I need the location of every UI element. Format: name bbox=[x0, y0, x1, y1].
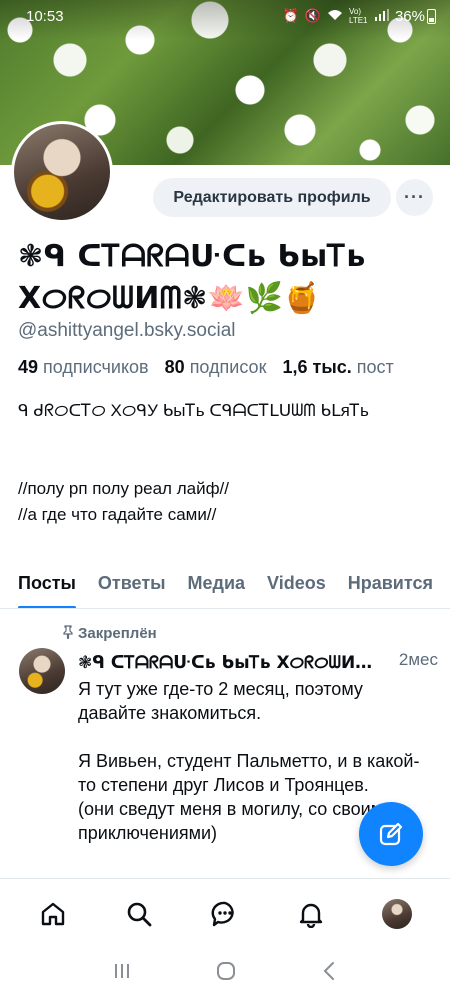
tab-replies[interactable]: Ответы bbox=[98, 565, 166, 608]
system-home-button[interactable] bbox=[216, 961, 236, 987]
pin-icon bbox=[62, 625, 74, 642]
followers-link[interactable]: 49 подписчиков bbox=[18, 357, 149, 377]
posts-count: 1,6 тыс. bbox=[282, 357, 352, 377]
wifi-icon bbox=[327, 9, 343, 24]
profile-handle: @ashittyangel.bsky.social bbox=[18, 320, 236, 341]
compose-icon bbox=[379, 822, 403, 846]
search-icon bbox=[127, 902, 152, 926]
display-name: ❃ᑫ ᑕᎢᗩᖇᗩᑘᑕь ᑲыᎢь ХᝪᖇᝪᗯИᗰ❃🪷🌿🍯 bbox=[18, 239, 366, 316]
tab-posts[interactable]: Посты bbox=[18, 565, 76, 608]
status-time: 10:53 bbox=[26, 7, 64, 25]
system-navigation bbox=[0, 948, 450, 1000]
battery-indicator: 36% bbox=[395, 8, 436, 25]
following-link[interactable]: 80 подписок bbox=[165, 357, 267, 377]
following-count: 80 bbox=[164, 357, 185, 377]
tab-likes[interactable]: Нравится bbox=[348, 565, 433, 608]
battery-percent: 36% bbox=[394, 7, 425, 25]
nav-home[interactable] bbox=[31, 892, 75, 936]
edit-profile-button[interactable]: Редактировать профиль bbox=[153, 178, 391, 217]
post-header: ❃ᑫ ᑕᎢᗩᖇᗩᑘᑕь ᑲыᎢь ХᝪᖇᝪᗯИᗰ… 2мес bbox=[78, 650, 438, 673]
nav-profile[interactable] bbox=[375, 892, 419, 936]
system-back-button[interactable] bbox=[321, 961, 337, 987]
back-icon bbox=[323, 962, 335, 980]
pinned-label: Закреплён bbox=[78, 625, 157, 642]
followers-count: 49 bbox=[18, 357, 39, 377]
lte-label: Vo) LTE1 bbox=[348, 7, 368, 25]
signal-icon bbox=[374, 8, 389, 24]
followers-label: подписчиков bbox=[43, 357, 149, 377]
nav-search[interactable] bbox=[117, 892, 161, 936]
status-bar: 10:53 ⏰ 🔇 Vo) LTE1 36% bbox=[0, 0, 450, 32]
bottom-navigation bbox=[0, 878, 450, 948]
post-timestamp: 2мес bbox=[398, 650, 438, 669]
nav-chat[interactable] bbox=[203, 892, 247, 936]
more-icon: ··· bbox=[404, 187, 425, 207]
profile-avatar-icon bbox=[382, 898, 412, 929]
home-circle-icon bbox=[216, 962, 235, 980]
posts-label: пост bbox=[356, 357, 394, 377]
profile-bio: ᑫ ᑯᖇᝪᑕᎢᝪ ХᝪᑫУ ᑲыᎢь ᑕᑫᗩᑕᎢᒪᑌᗯᗰ ᑲᒪяᎢь //пол… bbox=[18, 401, 369, 524]
battery-icon bbox=[427, 8, 436, 24]
bell-icon bbox=[299, 903, 323, 928]
chat-icon bbox=[211, 901, 234, 926]
recents-button[interactable] bbox=[113, 962, 131, 986]
compose-button[interactable] bbox=[359, 802, 423, 866]
status-icons: ⏰ 🔇 Vo) LTE1 36% bbox=[283, 7, 436, 25]
post-author-name[interactable]: ❃ᑫ ᑕᎢᗩᖇᗩᑘᑕь ᑲыᎢь ХᝪᖇᝪᗯИᗰ… bbox=[78, 650, 378, 673]
home-icon bbox=[41, 902, 65, 925]
recents-icon bbox=[114, 964, 129, 978]
more-options-button[interactable]: ··· bbox=[396, 179, 433, 216]
pinned-indicator: Закреплён bbox=[62, 625, 157, 642]
post-author-avatar[interactable] bbox=[19, 648, 65, 694]
following-label: подписок bbox=[189, 357, 267, 377]
profile-tabs: Посты Ответы Медиа Videos Нравится bbox=[0, 565, 450, 609]
profile-avatar[interactable] bbox=[11, 121, 113, 223]
nav-notifications[interactable] bbox=[289, 892, 333, 936]
tab-videos[interactable]: Videos bbox=[267, 565, 326, 608]
tab-media[interactable]: Медиа bbox=[188, 565, 246, 608]
mute-icon: 🔇 bbox=[304, 8, 321, 23]
profile-stats: 49 подписчиков 80 подписок 1,6 тыс. пост bbox=[18, 357, 394, 378]
alarm-icon: ⏰ bbox=[282, 8, 299, 23]
